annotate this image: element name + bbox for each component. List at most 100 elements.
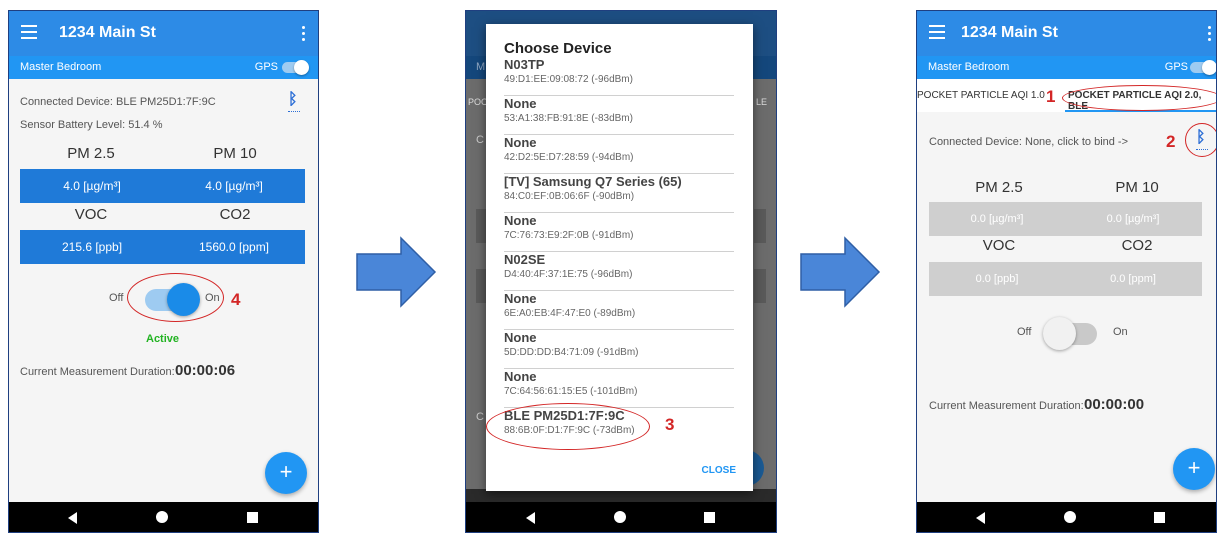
choose-device-dialog: Choose Device N03TP 49:D1:EE:09:08:72 (-… (486, 24, 753, 491)
device-address: 7C:64:56:61:15:E5 (-101dBm) (504, 386, 638, 397)
pm10-label: PM 10 (1115, 179, 1159, 196)
dimmed-letter-c2: C (476, 411, 484, 423)
back-icon[interactable] (68, 512, 77, 524)
dimmed-letter: M (476, 61, 486, 73)
co2-label: CO2 (219, 206, 251, 223)
dimmed-tab-text-2: LE (756, 97, 768, 107)
home-icon[interactable] (156, 511, 168, 523)
status-text: Active (146, 333, 180, 345)
android-nav-bar (917, 502, 1216, 532)
app-title: 1234 Main St (961, 24, 1058, 41)
tutorial-figure: 1234 Main St Master Bedroom GPS Connecte… (0, 0, 1217, 535)
dialog-title: Choose Device (504, 40, 612, 57)
device-address: 53:A1:38:FB:91:8E (-83dBm) (504, 113, 633, 124)
device-item[interactable]: None 5D:DD:DD:B4:71:09 (-91dBm) (504, 330, 734, 369)
arrow-right-icon (800, 236, 881, 308)
pm10-value: 4.0 [µg/m³] (205, 179, 263, 193)
menu-icon[interactable] (929, 25, 945, 39)
device-address: 49:D1:EE:09:08:72 (-96dBm) (504, 74, 633, 85)
gps-label: GPS (254, 61, 278, 73)
back-icon[interactable] (976, 512, 985, 524)
duration-label: Current Measurement Duration: (20, 366, 175, 378)
connected-device-text[interactable]: Connected Device: None, click to bind -> (929, 136, 1128, 148)
duration-value: 00:00:00 (1084, 396, 1145, 413)
annotation-ellipse-2 (1185, 123, 1216, 157)
android-nav-bar (466, 502, 776, 532)
more-options-icon[interactable] (1208, 26, 1212, 44)
pm25-value: 0.0 [µg/m³] (970, 213, 1024, 225)
close-button[interactable]: CLOSE (702, 465, 736, 476)
device-name: None (504, 369, 537, 384)
device-item[interactable]: None 53:A1:38:FB:91:8E (-83dBm) (504, 96, 734, 135)
pm25-label: PM 2.5 (67, 145, 115, 162)
home-icon[interactable] (1064, 511, 1076, 523)
room-name: Master Bedroom (928, 61, 1010, 73)
dimmed-bar-right-2 (754, 269, 766, 303)
device-item[interactable]: None 7C:64:56:61:15:E5 (-101dBm) (504, 369, 734, 408)
phone-screen-bind-device: 1234 Main St Master Bedroom GPS POCKET P… (916, 10, 1217, 533)
pm25-value: 4.0 [µg/m³] (63, 179, 121, 193)
bluetooth-icon[interactable]: ᛒ (288, 91, 300, 112)
toggle-off-label: Off (109, 292, 124, 304)
device-address: D4:40:4F:37:1E:75 (-96dBm) (504, 269, 633, 280)
device-address: 42:D2:5E:D7:28:59 (-94dBm) (504, 152, 634, 163)
pm10-value: 0.0 [µg/m³] (1106, 213, 1160, 225)
device-name: None (504, 291, 537, 306)
add-button[interactable]: + (265, 452, 307, 494)
co2-value: 1560.0 [ppm] (198, 240, 270, 254)
device-item[interactable]: None 6E:A0:EB:4F:47:E0 (-89dBm) (504, 291, 734, 330)
device-item[interactable]: N02SE D4:40:4F:37:1E:75 (-96dBm) (504, 252, 734, 291)
home-icon[interactable] (614, 511, 626, 523)
device-address: 7C:76:73:E9:2F:0B (-91dBm) (504, 230, 634, 241)
duration-value: 00:00:06 (175, 362, 236, 379)
annotation-3: 3 (665, 415, 675, 434)
pm25-label: PM 2.5 (975, 179, 1023, 196)
phone-screen-device-picker: M POC LE C C Choose Device N03TP 49:D1:E… (465, 10, 777, 533)
dimmed-letter-c: C (476, 134, 484, 146)
annotation-2: 2 (1166, 132, 1176, 151)
pm-values-bar: 4.0 [µg/m³] 4.0 [µg/m³] (20, 169, 305, 203)
add-button[interactable]: + (1173, 448, 1215, 490)
device-name: N03TP (504, 57, 545, 72)
recent-apps-icon[interactable] (704, 512, 715, 523)
device-item[interactable]: None 7C:76:73:E9:2F:0B (-91dBm) (504, 213, 734, 252)
arrow-right-icon (356, 236, 437, 308)
location-bar: Master Bedroom GPS (9, 56, 318, 79)
device-name: [TV] Samsung Q7 Series (65) (504, 174, 682, 189)
voc-label: VOC (982, 237, 1016, 254)
recent-apps-icon[interactable] (247, 512, 258, 523)
voc-value: 0.0 [ppb] (975, 273, 1019, 285)
toggle-on-label: On (1113, 326, 1128, 338)
device-name: None (504, 330, 537, 345)
pm10-label: PM 10 (213, 145, 257, 162)
annotation-ellipse-4 (127, 273, 224, 322)
app-bar: 1234 Main St (9, 11, 318, 56)
gps-toggle[interactable] (1190, 60, 1216, 75)
voc-label: VOC (74, 206, 108, 223)
device-item[interactable]: None 42:D2:5E:D7:28:59 (-94dBm) (504, 135, 734, 174)
menu-icon[interactable] (21, 25, 37, 39)
device-name: N02SE (504, 252, 546, 267)
device-name: None (504, 135, 537, 150)
gas-values-bar: 215.6 [ppb] 1560.0 [ppm] (20, 230, 305, 264)
more-options-icon[interactable] (302, 26, 306, 44)
phone-screen-connected: 1234 Main St Master Bedroom GPS Connecte… (8, 10, 319, 533)
device-name: None (504, 96, 537, 111)
room-name: Master Bedroom (20, 61, 102, 73)
gas-values-bar: 0.0 [ppb] 0.0 [ppm] (929, 262, 1202, 296)
toggle-off-label: Off (1017, 326, 1032, 338)
recent-apps-icon[interactable] (1154, 512, 1165, 523)
device-item[interactable]: N03TP 49:D1:EE:09:08:72 (-96dBm) (504, 57, 734, 96)
back-icon[interactable] (526, 512, 535, 524)
annotation-1: 1 (1046, 87, 1056, 106)
annotation-4: 4 (231, 290, 241, 309)
device-item[interactable]: [TV] Samsung Q7 Series (65) 84:C0:EF:0B:… (504, 174, 734, 213)
app-title: 1234 Main St (59, 24, 156, 41)
device-name: None (504, 213, 537, 228)
tab-aqi-1[interactable]: POCKET PARTICLE AQI 1.0 (917, 90, 1045, 101)
device-address: 84:C0:EF:0B:06:6F (-90dBm) (504, 191, 635, 202)
gps-toggle[interactable] (282, 60, 309, 75)
battery-level-text: Sensor Battery Level: 51.4 % (20, 119, 163, 131)
co2-value: 0.0 [ppm] (1110, 273, 1156, 285)
measurement-toggle[interactable] (1043, 317, 1097, 350)
